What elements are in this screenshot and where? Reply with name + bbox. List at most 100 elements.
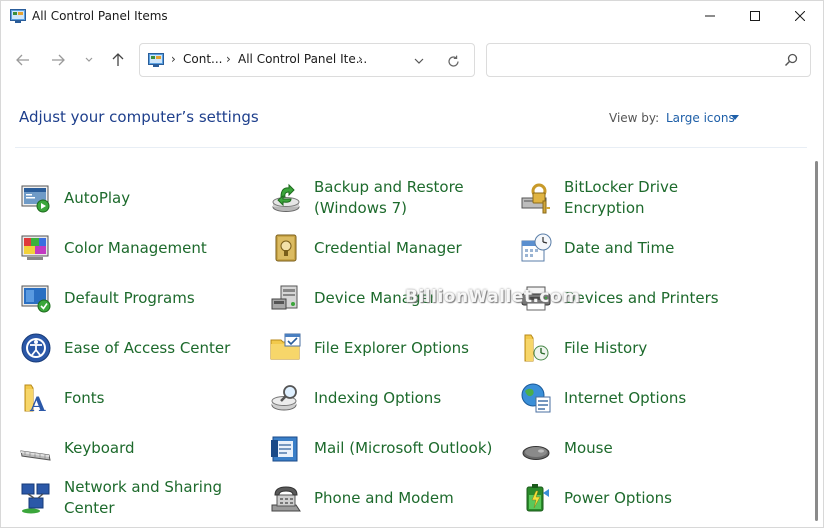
chevron-down-icon	[414, 58, 424, 64]
item-label: Network and Sharing Center	[64, 478, 222, 517]
vertical-scrollbar[interactable]	[815, 161, 818, 521]
search-box[interactable]	[486, 43, 811, 77]
caret-down-icon[interactable]	[731, 115, 739, 120]
address-bar[interactable]: › Cont... › All Control Panel Ite... ›	[139, 43, 475, 77]
breadcrumb-separator-icon[interactable]: ›	[226, 52, 231, 66]
item-label: Mail (Microsoft Outlook)	[314, 438, 493, 457]
control-panel-icon	[10, 9, 26, 23]
back-button[interactable]	[12, 49, 34, 71]
close-icon	[795, 11, 805, 21]
indexing-options-icon	[269, 381, 303, 415]
item-power-options[interactable]: Power Options	[519, 476, 759, 520]
forward-button[interactable]	[47, 49, 69, 71]
item-label: Default Programs	[64, 288, 195, 307]
maximize-icon	[750, 11, 760, 21]
item-label: Power Options	[564, 488, 672, 507]
search-input[interactable]	[495, 50, 775, 70]
divider	[15, 147, 807, 148]
maximize-button[interactable]	[732, 1, 778, 31]
item-label: Devices and Printers	[564, 288, 719, 307]
window-title: All Control Panel Items	[32, 9, 168, 23]
view-by-label: View by:	[609, 111, 660, 125]
item-color-management[interactable]: Color Management	[19, 226, 259, 270]
navigation-bar: › Cont... › All Control Panel Ite... ›	[1, 31, 823, 89]
item-date-time[interactable]: Date and Time	[519, 226, 759, 270]
item-label: Date and Time	[564, 238, 675, 257]
item-indexing-options[interactable]: Indexing Options	[269, 376, 509, 420]
default-programs-icon	[19, 281, 53, 315]
item-label: BitLocker Drive Encryption	[564, 178, 679, 217]
bitlocker-icon	[519, 181, 553, 215]
search-icon[interactable]	[783, 52, 799, 68]
device-manager-icon	[269, 281, 303, 315]
chevron-down-icon	[85, 57, 93, 62]
item-autoplay[interactable]: AutoPlay	[19, 176, 259, 220]
arrow-up-icon	[112, 53, 124, 66]
close-button[interactable]	[777, 1, 823, 31]
item-phone-modem[interactable]: Phone and Modem	[269, 476, 509, 520]
recent-locations-button[interactable]	[78, 49, 100, 71]
control-panel-icon	[148, 53, 164, 67]
internet-options-icon	[519, 381, 553, 415]
watermark: BillionWallet.com	[405, 287, 581, 307]
item-label: Internet Options	[564, 388, 687, 407]
item-file-history[interactable]: File History	[519, 326, 759, 370]
refresh-icon	[447, 55, 459, 67]
ease-of-access-icon	[19, 331, 53, 365]
item-label: Indexing Options	[314, 388, 442, 407]
item-network-sharing[interactable]: Network and Sharing Center	[19, 476, 259, 520]
minimize-icon	[705, 15, 715, 17]
phone-modem-icon	[269, 481, 303, 515]
item-mail[interactable]: Mail (Microsoft Outlook)	[269, 426, 509, 470]
breadcrumb-separator-icon[interactable]: ›	[171, 52, 176, 66]
network-sharing-icon	[19, 481, 53, 515]
address-dropdown-button[interactable]	[410, 52, 428, 70]
item-label: Mouse	[564, 438, 613, 457]
item-label: Backup and Restore (Windows 7)	[314, 178, 464, 217]
mouse-icon	[519, 431, 553, 465]
minimize-button[interactable]	[687, 1, 733, 31]
item-label: File History	[564, 338, 648, 357]
arrow-left-icon	[16, 54, 29, 66]
item-label: Credential Manager	[314, 238, 462, 257]
item-label: Ease of Access Center	[64, 338, 231, 357]
view-by-dropdown[interactable]: Large icons	[666, 111, 735, 125]
up-button[interactable]	[107, 49, 129, 71]
breadcrumb-separator-icon[interactable]: ›	[358, 52, 363, 66]
page-title: Adjust your computer’s settings	[19, 108, 259, 126]
title-bar: All Control Panel Items	[1, 1, 823, 31]
file-explorer-options-icon	[269, 331, 303, 365]
item-bitlocker[interactable]: BitLocker Drive Encryption	[519, 176, 759, 220]
control-panel-window: All Control Panel Items › Cont... › All …	[0, 0, 824, 528]
autoplay-icon	[19, 181, 53, 215]
file-history-icon	[519, 331, 553, 365]
item-credential-manager[interactable]: Credential Manager	[269, 226, 509, 270]
item-file-explorer-options[interactable]: File Explorer Options	[269, 326, 509, 370]
item-label: File Explorer Options	[314, 338, 469, 357]
item-keyboard[interactable]: Keyboard	[19, 426, 259, 470]
power-options-icon	[519, 481, 553, 515]
item-label: AutoPlay	[64, 188, 131, 207]
item-label: Color Management	[64, 238, 207, 257]
item-fonts[interactable]: A Fonts	[19, 376, 259, 420]
svg-text:A: A	[29, 392, 46, 415]
keyboard-icon	[19, 431, 53, 465]
color-management-icon	[19, 231, 53, 265]
refresh-button[interactable]	[444, 52, 462, 70]
arrow-right-icon	[52, 54, 65, 66]
credential-manager-icon	[269, 231, 303, 265]
item-label: Fonts	[64, 388, 105, 407]
item-ease-of-access[interactable]: Ease of Access Center	[19, 326, 259, 370]
date-time-icon	[519, 231, 553, 265]
mail-icon	[269, 431, 303, 465]
item-label: Phone and Modem	[314, 488, 454, 507]
backup-restore-icon	[269, 181, 303, 215]
breadcrumb-item[interactable]: Cont...	[183, 52, 222, 66]
item-backup-restore[interactable]: Backup and Restore (Windows 7)	[269, 176, 509, 220]
item-mouse[interactable]: Mouse	[519, 426, 759, 470]
item-internet-options[interactable]: Internet Options	[519, 376, 759, 420]
item-default-programs[interactable]: Default Programs	[19, 276, 259, 320]
fonts-icon: A	[19, 381, 53, 415]
item-label: Keyboard	[64, 438, 135, 457]
breadcrumb-item[interactable]: All Control Panel Ite...	[238, 52, 367, 66]
